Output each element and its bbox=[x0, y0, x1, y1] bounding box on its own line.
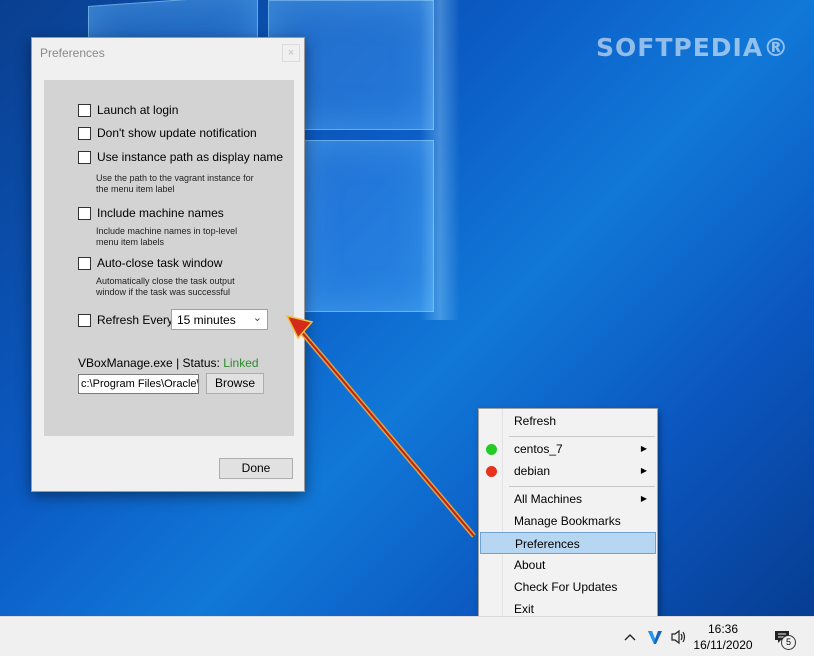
status-dot-stopped-icon bbox=[486, 466, 497, 477]
submenu-arrow-icon: ▶ bbox=[640, 444, 647, 453]
volume-icon[interactable] bbox=[668, 617, 690, 656]
menu-item-all-machines[interactable]: All Machines ▶ bbox=[480, 488, 656, 510]
menu-item-label: Exit bbox=[514, 602, 535, 616]
submenu-arrow-icon: ▶ bbox=[640, 466, 647, 475]
taskbar: 16:36 16/11/2020 5 bbox=[0, 616, 814, 656]
status-dot-running-icon bbox=[486, 444, 497, 455]
menu-item-label: Refresh bbox=[514, 414, 557, 428]
submenu-arrow-icon: ▶ bbox=[640, 494, 647, 503]
menu-item-label: Check For Updates bbox=[514, 580, 618, 594]
menu-item-label: Manage Bookmarks bbox=[514, 514, 621, 528]
menu-item-about[interactable]: About bbox=[480, 554, 656, 576]
notification-count-badge: 5 bbox=[781, 635, 796, 650]
menu-item-label: centos_7 bbox=[514, 442, 563, 456]
menu-item-label: debian bbox=[514, 464, 551, 478]
tray-context-menu: Refresh centos_7 ▶ debian ▶ All Machines… bbox=[478, 408, 658, 620]
menu-item-manage-bookmarks[interactable]: Manage Bookmarks bbox=[480, 510, 656, 532]
show-hidden-icons-chevron-icon[interactable] bbox=[620, 617, 640, 656]
menu-separator bbox=[509, 486, 655, 487]
clock-date: 16/11/2020 bbox=[693, 638, 753, 652]
menu-item-label: All Machines bbox=[514, 492, 583, 506]
annotation-arrow bbox=[285, 314, 476, 538]
menu-item-label: About bbox=[514, 558, 546, 572]
clock-time: 16:36 bbox=[707, 622, 739, 636]
menu-item-debian[interactable]: debian ▶ bbox=[480, 460, 656, 482]
taskbar-clock[interactable]: 16:36 16/11/2020 bbox=[692, 621, 754, 653]
menu-item-refresh[interactable]: Refresh bbox=[480, 410, 656, 432]
menu-item-preferences[interactable]: Preferences bbox=[480, 532, 656, 554]
menu-item-centos-7[interactable]: centos_7 ▶ bbox=[480, 438, 656, 460]
menu-item-check-for-updates[interactable]: Check For Updates bbox=[480, 576, 656, 598]
menu-separator bbox=[509, 436, 655, 437]
vagrant-tray-icon[interactable] bbox=[644, 617, 666, 656]
menu-item-label: Preferences bbox=[515, 537, 580, 551]
